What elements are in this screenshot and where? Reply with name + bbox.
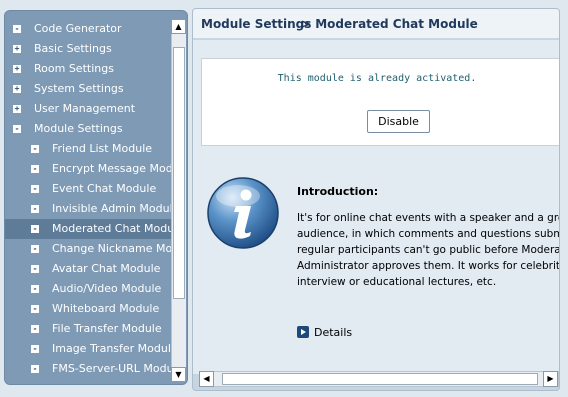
expand-icon[interactable]: +	[13, 105, 21, 113]
tree-vertical-scrollbar[interactable]: ▲ ▼	[171, 19, 186, 382]
tree-item-label: Invisible Admin Module	[52, 202, 171, 215]
tree-item[interactable]: - File Transfer Module	[5, 319, 171, 339]
module-content: This module is already activated. Disabl…	[193, 40, 560, 374]
tree-item-label: Event Chat Module	[52, 182, 157, 195]
introduction-line: regular participants can't go public bef…	[297, 244, 560, 256]
expand-icon[interactable]: +	[13, 65, 21, 73]
tree-item-label: FMS-Server-URL Module	[52, 362, 171, 375]
tree-item[interactable]: + User Management	[5, 99, 171, 119]
tree-item[interactable]: - Avatar Chat Module	[5, 259, 171, 279]
collapse-icon[interactable]: -	[31, 205, 39, 213]
tree-item-label: Module Settings	[34, 122, 123, 135]
details-link[interactable]: Details	[297, 326, 352, 340]
tree-item-label: Avatar Chat Module	[52, 262, 161, 275]
tree-item-label: File Transfer Module	[52, 322, 162, 335]
disable-button[interactable]: Disable	[367, 110, 430, 133]
tree-scrollbar-thumb[interactable]	[173, 47, 185, 299]
tree-item[interactable]: + Room Settings	[5, 59, 171, 79]
info-icon	[207, 177, 279, 249]
details-label: Details	[314, 326, 353, 339]
tree-item-label: Audio/Video Module	[52, 282, 162, 295]
collapse-icon[interactable]: -	[31, 345, 39, 353]
expand-icon[interactable]: +	[13, 85, 21, 93]
introduction-heading: Introduction:	[297, 185, 379, 198]
tree-item-label: Room Settings	[34, 62, 114, 75]
introduction-line: Administrator approves them. It works fo…	[297, 260, 560, 272]
navigation-panel: - Code Generator + Basic Settings + Room Sett…	[4, 10, 188, 385]
tree-item[interactable]: - Friend List Module	[5, 139, 171, 159]
tree-item-label: User Management	[34, 102, 136, 115]
scroll-up-arrow-icon[interactable]: ▲	[171, 19, 186, 34]
introduction-line: It's for online chat events with a speak…	[297, 212, 559, 224]
collapse-icon[interactable]: -	[31, 365, 39, 373]
scroll-right-arrow-icon[interactable]: ▶	[543, 371, 558, 387]
tree-item[interactable]: - Event Chat Module	[5, 179, 171, 199]
play-arrow-icon	[297, 326, 309, 338]
tree-item-label: Moderated Chat Module	[52, 222, 171, 235]
content-horizontal-scrollbar[interactable]: ◀ ▶	[199, 371, 559, 387]
collapse-icon[interactable]: -	[31, 185, 39, 193]
tree-item[interactable]: + System Settings	[5, 79, 171, 99]
tree-item[interactable]: - Audio/Video Module	[5, 279, 171, 299]
horizontal-scrollbar-thumb[interactable]	[222, 373, 538, 385]
breadcrumb-section: Module Settings	[201, 17, 312, 31]
tree-item[interactable]: - Code Generator	[5, 19, 171, 39]
module-tree: - Code Generator + Basic Settings + Room Sett…	[5, 19, 171, 384]
collapse-icon[interactable]: -	[31, 265, 39, 273]
tree-item-label: Change Nickname Module	[52, 242, 171, 255]
tree-item-label: Encrypt Message Module	[52, 162, 171, 175]
collapse-icon[interactable]: -	[13, 25, 21, 33]
status-message: This module is already activated.	[277, 73, 477, 84]
collapse-icon[interactable]: -	[31, 305, 39, 313]
breadcrumb: Module Settings > Moderated Chat Module	[193, 9, 559, 39]
collapse-icon[interactable]: -	[31, 285, 39, 293]
introduction-text: It's for online chat events with a speak…	[297, 210, 560, 290]
tree-item[interactable]: - Change Nickname Module	[5, 239, 171, 259]
tree-item[interactable]: - Whiteboard Module	[5, 299, 171, 319]
tree-item[interactable]: - Invisible Admin Module	[5, 199, 171, 219]
breadcrumb-page: > Moderated Chat Module	[301, 17, 478, 31]
collapse-icon[interactable]: -	[13, 125, 21, 133]
tree-item[interactable]: - FMS-Server-URL Module	[5, 359, 171, 379]
tree-item-label: Basic Settings	[34, 42, 112, 55]
collapse-icon[interactable]: -	[31, 145, 39, 153]
collapse-icon[interactable]: -	[31, 225, 39, 233]
tree-item-label: Friend List Module	[52, 142, 153, 155]
tree-item-label: System Settings	[34, 82, 124, 95]
tree-item[interactable]: + Basic Settings	[5, 39, 171, 59]
tree-item[interactable]: - Encrypt Message Module	[5, 159, 171, 179]
tree-item[interactable]: - Image Transfer Module	[5, 339, 171, 359]
tree-item[interactable]: - Moderated Chat Module	[5, 219, 171, 239]
collapse-icon[interactable]: -	[31, 165, 39, 173]
collapse-icon[interactable]: -	[31, 245, 39, 253]
status-box: This module is already activated. Disabl…	[201, 58, 559, 146]
scroll-down-arrow-icon[interactable]: ▼	[171, 367, 186, 382]
scroll-left-arrow-icon[interactable]: ◀	[199, 371, 214, 387]
main-panel: Module Settings > Moderated Chat Module …	[192, 8, 560, 391]
introduction-line: audience, in which comments and question…	[297, 228, 559, 240]
expand-icon[interactable]: +	[13, 45, 21, 53]
introduction-line: interview or educational lectures, etc.	[297, 276, 497, 288]
tree-item-label: Whiteboard Module	[52, 302, 160, 315]
tree-item-label: Code Generator	[34, 22, 122, 35]
collapse-icon[interactable]: -	[31, 325, 39, 333]
tree-item[interactable]: - Module Settings	[5, 119, 171, 139]
tree-item-label: Image Transfer Module	[52, 342, 171, 355]
